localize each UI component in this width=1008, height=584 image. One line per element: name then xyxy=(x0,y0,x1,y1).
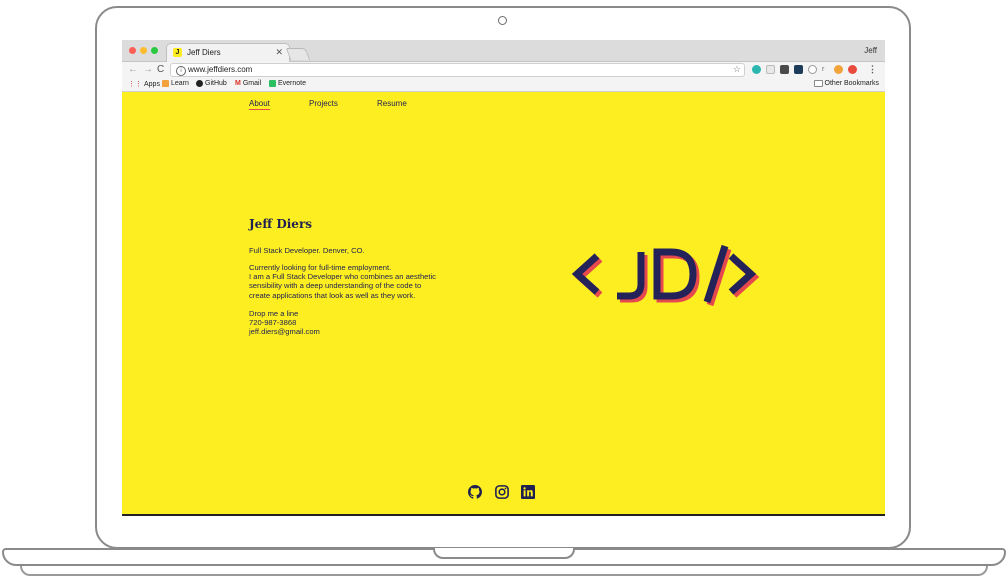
new-tab-button[interactable] xyxy=(285,48,311,60)
bookmark-apps[interactable]: ⋮⋮ Apps xyxy=(128,80,160,89)
camera-icon xyxy=(498,16,507,25)
nav-projects[interactable]: Projects xyxy=(309,99,338,108)
bookmark-star-icon[interactable]: ☆ xyxy=(733,64,741,75)
zoom-window-button[interactable] xyxy=(151,47,158,54)
bookmark-label: Apps xyxy=(144,80,160,88)
bio-line: Currently looking for full-time employme… xyxy=(249,263,392,272)
phone-number[interactable]: 720-987-3868 xyxy=(249,318,469,327)
browser-toolbar: ← → C i www.jeffdiers.com ☆ r ⋮ xyxy=(122,62,885,78)
instagram-icon[interactable] xyxy=(495,485,509,499)
extension-icon[interactable]: r xyxy=(822,65,831,74)
browser-tabstrip: J Jeff Diers ✕ Jeff xyxy=(122,40,885,62)
evernote-icon xyxy=(269,80,276,87)
jd-logo xyxy=(571,244,760,307)
nav-about[interactable]: About xyxy=(249,99,270,110)
folder-icon xyxy=(813,80,823,87)
laptop-base-shadow xyxy=(20,566,988,576)
contact-heading: Drop me a line xyxy=(249,309,299,318)
profile-name[interactable]: Jeff xyxy=(864,46,877,55)
page: About Projects Resume Jeff Diers Full St… xyxy=(122,92,885,514)
extension-icon[interactable] xyxy=(766,65,775,74)
extension-icon[interactable] xyxy=(780,65,789,74)
bookmark-evernote[interactable]: Evernote xyxy=(269,80,306,87)
bookmark-label: Learn xyxy=(171,80,189,87)
learn-icon xyxy=(162,80,169,87)
github-icon[interactable] xyxy=(468,485,482,499)
bio-line: create applications that look as well as… xyxy=(249,290,416,300)
nav-resume[interactable]: Resume xyxy=(377,99,407,108)
browser-tab[interactable]: J Jeff Diers ✕ xyxy=(166,43,290,62)
bookmarks-bar: ⋮⋮ Apps Learn GitHub M Gmail Evernote Ot… xyxy=(122,78,885,92)
extension-icon[interactable] xyxy=(752,65,761,74)
extension-icon[interactable] xyxy=(794,65,803,74)
url-text: www.jeffdiers.com xyxy=(188,65,253,74)
tagline: Full Stack Developer. Denver, CO. xyxy=(249,246,365,255)
favicon-icon: J xyxy=(173,48,182,57)
bookmark-label: Gmail xyxy=(242,80,262,87)
tab-title: Jeff Diers xyxy=(187,48,221,57)
laptop-notch xyxy=(433,548,575,559)
info-icon[interactable]: i xyxy=(176,66,186,76)
bookmark-label: GitHub xyxy=(205,80,227,87)
address-bar[interactable]: i www.jeffdiers.com ☆ xyxy=(170,63,745,77)
email-link[interactable]: jeff.diers@gmail.com xyxy=(249,327,469,336)
bio-line: I am a Full Stack Developer who combines… xyxy=(249,272,436,282)
extension-icon[interactable] xyxy=(834,65,843,74)
forward-arrow-icon[interactable]: → xyxy=(143,64,153,76)
page-title: Jeff Diers xyxy=(249,217,313,231)
menu-icon[interactable]: ⋮ xyxy=(868,64,877,75)
bookmark-other[interactable]: Other Bookmarks xyxy=(813,80,879,87)
bookmark-gmail[interactable]: M Gmail xyxy=(235,80,261,87)
screen: J Jeff Diers ✕ Jeff ← → C i www.jeffdier… xyxy=(122,40,885,516)
linkedin-icon[interactable] xyxy=(521,485,535,499)
bookmark-github[interactable]: GitHub xyxy=(196,80,227,87)
gmail-icon: M xyxy=(235,80,241,87)
bio-line: sensibility with a deep understanding of… xyxy=(249,281,422,291)
bookmark-label: Other Bookmarks xyxy=(824,80,879,87)
apps-grid-icon: ⋮⋮ xyxy=(128,81,142,88)
extension-icon[interactable] xyxy=(808,65,817,74)
bookmark-label: Evernote xyxy=(278,80,307,87)
close-window-button[interactable] xyxy=(129,47,136,54)
bookmark-learn[interactable]: Learn xyxy=(162,80,189,87)
github-icon xyxy=(196,80,203,87)
minimize-window-button[interactable] xyxy=(140,47,147,54)
tab-close-icon[interactable]: ✕ xyxy=(275,47,283,58)
back-arrow-icon[interactable]: ← xyxy=(128,64,138,76)
reload-icon[interactable]: C xyxy=(157,64,164,76)
extension-icon[interactable] xyxy=(848,65,857,74)
